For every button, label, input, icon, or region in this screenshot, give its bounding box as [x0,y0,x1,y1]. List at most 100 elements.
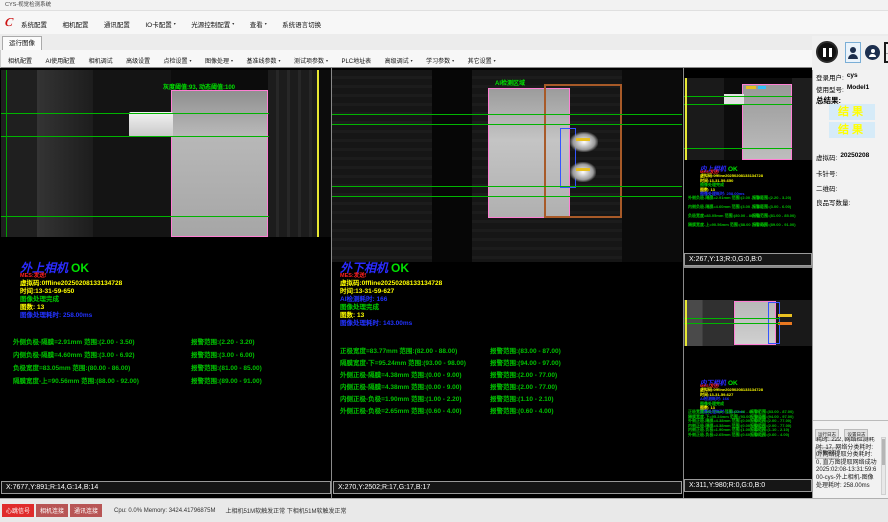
left-camera-image[interactable]: 灰度阈值:93, 动态阈值:100 [1,70,331,237]
measurement-value: 外侧负极-隔膜=2.91mm 范围:(2.00 - 3.50) [688,195,752,204]
menu-bar: C 系统配置 ▾ 相机配置 ▾ 通讯配置 ▾ IO卡配置 ▾ 光源控 [0,11,888,34]
small-top-camera-image[interactable] [684,78,812,160]
measurement-value: 外侧正极-隔膜=4.38mm 范围:(0.00 - 9.00) [340,369,490,381]
measurement-row: 内侧负极-隔膜=4.60mm 范围:(3.00 - 6.92) 报警范围:(3.… [688,204,810,213]
toolbar-item[interactable]: 测试项参数 ▾ [294,56,328,65]
dropdown-arrow-icon: ▾ [265,21,267,26]
model-value: Model1 [847,84,869,94]
log-scrollbar[interactable] [881,437,886,495]
virtual-code: 虚拟码:0ffline20250208133134728 [340,280,442,288]
small-bottom-coordinate-bar: X:311,Y:980;R:0,G:0,B:0 [684,479,812,492]
left-result-block: 外上相机OK MES:发送! 虚拟码:0ffline20250208133134… [20,259,122,320]
user-icon [871,49,875,53]
login-user-label: 登录用户: [816,72,844,82]
measurement-value: 隔膜宽度-下=95.24mm 范围:(93.00 - 98.00) [340,357,490,369]
measure-line [332,124,682,125]
measure-line [332,186,682,187]
user-account-button[interactable] [865,45,880,60]
measure-line [332,196,682,197]
measure-line [1,216,269,217]
write-count-label: 良品写数量: [816,197,850,207]
measurement-value: 隔膜宽度-上=90.56mm 范围:(88.00 - 92.00) [688,222,752,231]
alarm-range: 报警范围:(0.60 - 4.00) [490,405,554,417]
toolbar-item[interactable]: 学习参数 ▾ [426,56,454,65]
weld-spot [570,132,598,152]
alarm-range: 报警范围:(2.20 - 3.20) [191,336,255,349]
reference-line [685,300,687,346]
virtual-code-field: 虚拟码: 20250208 [816,152,886,162]
toolbar-item[interactable]: 点检设置 ▾ [164,56,192,65]
image-background-band [792,78,812,160]
log-scrollbar-thumb[interactable] [882,439,885,465]
camera-link-badge: 相机连接 [36,504,68,517]
result-badge-1: 结果 [829,104,875,120]
image-background-band [432,70,472,262]
camera-trigger-status: 上相机51M软触发正常 下相机51M软触发正常 [225,506,346,515]
menu-item[interactable]: 通讯配置 ▾ [104,19,130,29]
threshold-overlay-text: 灰度阈值:93, 动态阈值:100 [163,82,235,91]
measurement-row: 外侧正极-隔膜=4.38mm 范围:(0.00 - 9.00) 报警范围:(2.… [340,369,675,381]
log-content: 耗时: 222, 网络检测耗时: 17, 网络分类耗时: 0, 网络提取分类耗时… [816,437,878,495]
user-switch-button[interactable] [845,42,861,63]
menu-item[interactable]: 光源控制配置 ▾ [191,19,234,29]
measurement-value: 内侧正极-隔膜=4.38mm 范围:(0.00 - 9.00) [340,381,490,393]
log-panel-divider [813,420,888,421]
toolbar-item-label: 相机调试 [89,56,113,65]
pause-icon [829,48,832,57]
dropdown-arrow-icon: ▾ [279,58,281,63]
alarm-range: 报警范围:(94.00 - 97.00) [490,357,561,369]
measurement-row: 外侧负极-隔膜=2.91mm 范围:(2.00 - 3.50) 报警范围:(2.… [688,195,810,204]
image-background-band [93,70,171,237]
frame-count: 图数: 13 [20,304,122,312]
left-coordinate-bar: X:7677,Y:891;R:14,G:14,B:14 [1,481,331,494]
menu-item[interactable]: 系统语言切换 ▾ [282,19,321,29]
weld-spot [570,162,596,182]
user-icon [869,54,876,57]
exit-button[interactable]: → [884,42,888,63]
annotation-mark [778,314,792,317]
dropdown-arrow-icon: ▾ [411,58,413,63]
middle-measurements: 正极宽度=83.77mm 范围:(82.00 - 88.00) 报警范围:(83… [340,345,675,417]
menu-item-label: 查看 [250,19,263,29]
measurement-row: 隔膜宽度-下=95.24mm 范围:(93.00 - 98.00) 报警范围:(… [340,357,675,369]
model-field: 使用型号: Model1 [816,84,886,94]
annotation-mark [576,138,590,141]
menu-item[interactable]: IO卡配置 ▾ [145,19,175,29]
toolbar-item[interactable]: 相机调试 ▾ [89,56,113,65]
qr-code-label: 二维码: [816,183,837,193]
menu-item[interactable]: 查看 ▾ [250,19,267,29]
model-label: 使用型号: [816,84,844,94]
measurement-row: 外侧负极-隔膜=2.91mm 范围:(2.00 - 3.50) 报警范围:(2.… [13,336,325,349]
virtual-code: 虚拟码:0ffline20250208133134728 [20,280,122,288]
small-bottom-measurements: 正极宽度=83.77mm 范围:(82.00 - 88.00) 报警范围:(83… [688,410,810,438]
alarm-range: 报警范围:(3.00 - 6.00) [191,349,255,362]
small-top-measurements: 外侧负极-隔膜=2.91mm 范围:(2.00 - 3.50) 报警范围:(2.… [688,195,810,231]
toolbar-item[interactable]: 图像处理 ▾ [205,56,233,65]
menu-item[interactable]: 系统配置 ▾ [21,19,47,29]
pause-button[interactable] [816,41,838,63]
process-elapsed: 图像处理耗时: 143.00ms [340,320,442,328]
small-bottom-camera-image[interactable] [684,300,812,346]
toolbar-item-label: 测试项参数 [294,56,324,65]
measurement-value: 隔膜宽度-上=90.56mm 范围:(88.00 - 92.00) [13,375,191,388]
toolbar-item[interactable]: 其它设置 ▾ [468,56,496,65]
process-elapsed: 图像处理耗时: 258.00ms [20,312,122,320]
measurement-value: 内侧负极-隔膜=4.60mm 范围:(3.00 - 6.92) [13,349,191,362]
alarm-range: 报警范围:(1.10 - 2.10) [490,393,554,405]
toolbar-item[interactable]: 基准线参数 ▾ [247,56,281,65]
dropdown-arrow-icon: ▾ [326,58,328,63]
menu-item[interactable]: 相机配置 ▾ [62,19,88,29]
toolbar-item-label: 学习参数 [426,56,450,65]
tab-connector-region [129,112,173,137]
middle-camera-image[interactable]: AI检测区域 [332,70,682,262]
toolbar-item[interactable]: 高级设置 ▾ [126,56,150,65]
pin-number-field: 卡针号: [816,168,886,178]
toolbar-item[interactable]: 高级调试 ▾ [385,56,413,65]
toolbar-item[interactable]: PLC地址表 ▾ [341,56,371,65]
toolbar-item[interactable]: AI使用配置 ▾ [45,56,75,65]
menu-item-label: 系统配置 [21,19,47,29]
result-title: 外下相机OK [340,259,442,272]
pause-icon [823,48,826,57]
toolbar-item[interactable]: 相机配置 ▾ [8,56,32,65]
measure-line [1,136,269,137]
